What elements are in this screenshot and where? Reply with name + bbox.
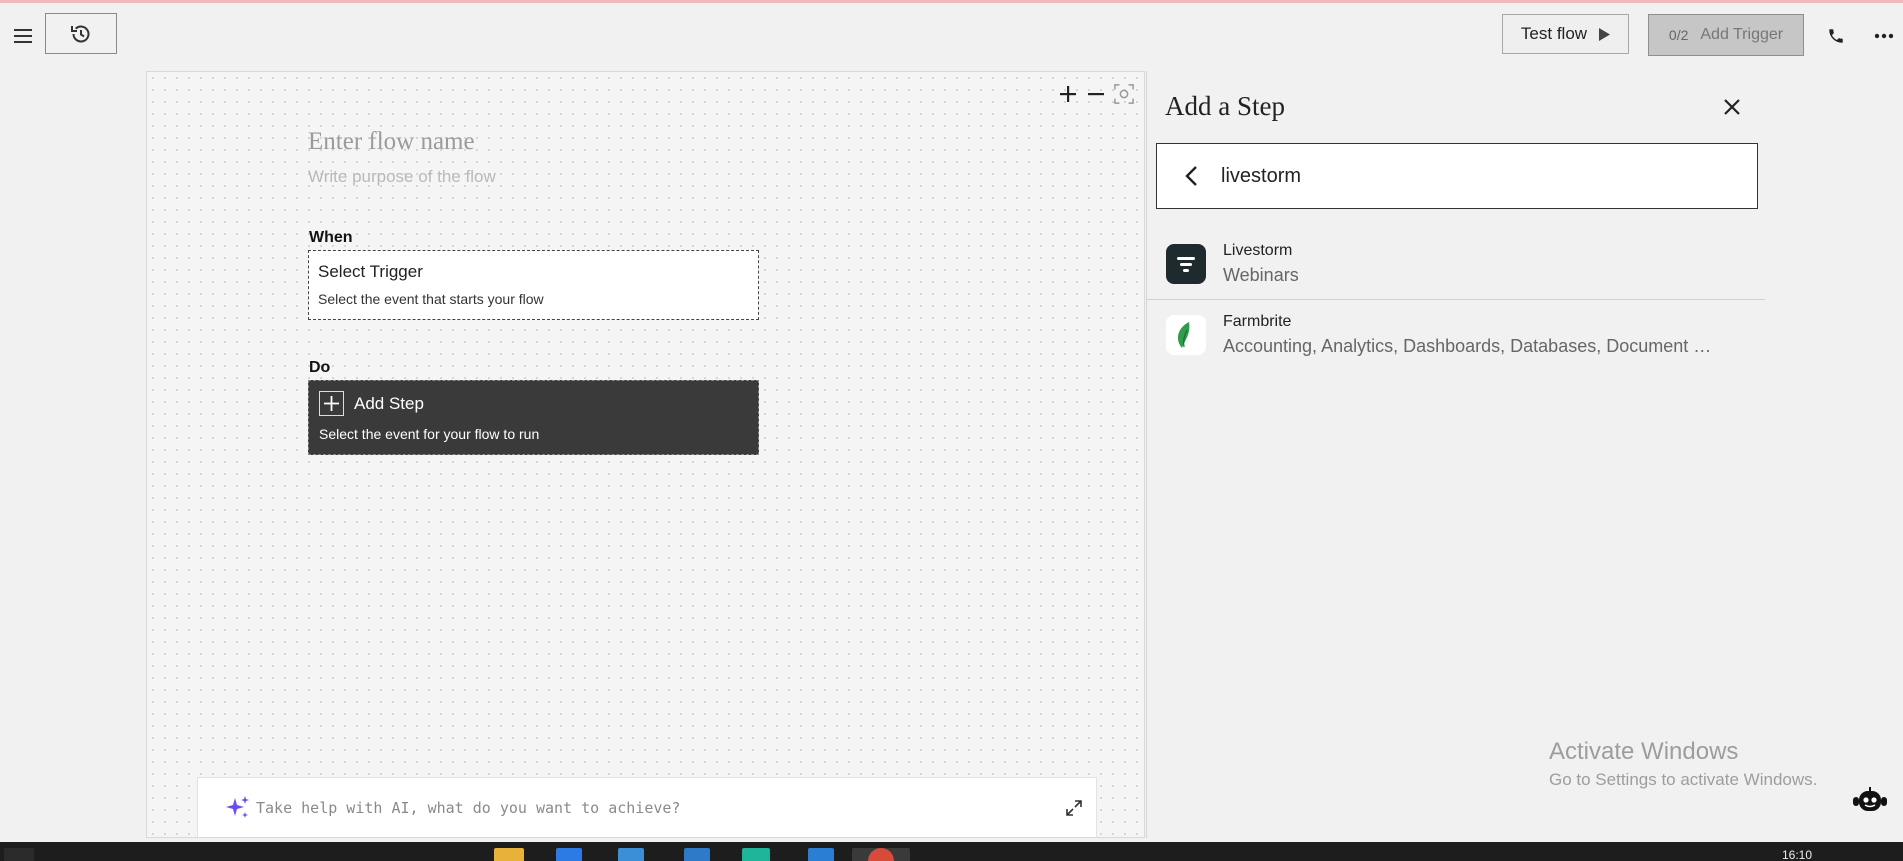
result-livestorm[interactable]: Livestorm Webinars <box>1147 229 1765 299</box>
search-results: Livestorm Webinars Farmbrite Accounting,… <box>1147 229 1765 369</box>
hamburger-icon <box>14 29 32 43</box>
result-categories: Accounting, Analytics, Dashboards, Datab… <box>1223 335 1723 356</box>
flow-purpose-input[interactable]: Write purpose of the flow <box>308 167 496 187</box>
test-flow-button[interactable]: Test flow <box>1502 14 1629 54</box>
phone-icon <box>1829 29 1843 43</box>
flow-name-input[interactable]: Enter flow name <box>308 128 475 156</box>
plus-icon <box>1060 86 1076 102</box>
result-farmbrite[interactable]: Farmbrite Accounting, Analytics, Dashboa… <box>1147 299 1765 369</box>
add-step-card[interactable]: Add Step Select the event for your flow … <box>308 380 759 455</box>
trigger-title: Select Trigger <box>318 262 423 281</box>
history-icon <box>71 25 90 42</box>
back-button[interactable] <box>1177 162 1205 190</box>
watermark-subtitle: Go to Settings to activate Windows. <box>1549 770 1818 789</box>
close-panel-button[interactable] <box>1720 95 1744 119</box>
taskbar-app-icon[interactable] <box>556 848 582 861</box>
trigger-count: 0/2 <box>1668 27 1689 43</box>
search-box <box>1156 143 1758 209</box>
trigger-subtitle: Select the event that starts your flow <box>318 291 544 307</box>
add-step-panel: Add a Step Livestorm Webinars <box>1146 71 1765 838</box>
taskbar-app-icon[interactable] <box>808 848 834 861</box>
ai-assist-bar <box>197 777 1097 837</box>
add-step-plus-icon <box>319 391 344 416</box>
test-flow-label: Test flow <box>1520 24 1588 43</box>
watermark-title: Activate Windows <box>1549 738 1739 765</box>
minus-icon <box>1088 93 1104 96</box>
taskbar-app-icon[interactable] <box>494 848 524 861</box>
search-input[interactable] <box>1221 156 1741 196</box>
bot-icon <box>1853 787 1887 811</box>
fit-screen-icon <box>1114 84 1134 104</box>
more-options-button[interactable] <box>1870 24 1898 48</box>
result-name: Livestorm <box>1223 242 1293 259</box>
menu-button[interactable] <box>10 23 36 49</box>
play-icon <box>1599 27 1611 41</box>
farmbrite-leaf-icon <box>1166 314 1206 355</box>
expand-icon <box>1066 800 1082 816</box>
result-name: Farmbrite <box>1223 312 1292 330</box>
zoom-out-button[interactable] <box>1086 83 1106 105</box>
chevron-left-icon <box>1185 166 1197 186</box>
flow-canvas[interactable]: Enter flow name Write purpose of the flo… <box>146 71 1145 838</box>
livestorm-logo-icon <box>1166 244 1206 284</box>
close-icon <box>1724 99 1740 115</box>
ai-prompt-input[interactable] <box>256 792 1016 823</box>
top-toolbar: Test flow 0/2 Add Trigger <box>0 3 1903 67</box>
sparkle-icon <box>224 794 252 822</box>
add-step-title: Add Step <box>354 393 424 413</box>
select-trigger-card[interactable]: Select Trigger Select the event that sta… <box>308 250 759 320</box>
history-button[interactable] <box>45 13 117 54</box>
expand-button[interactable] <box>1064 798 1084 818</box>
result-categories: Webinars <box>1223 265 1299 285</box>
add-trigger-label: Add Trigger <box>1700 26 1784 43</box>
add-step-subtitle: Select the event for your flow to run <box>319 426 540 442</box>
zoom-in-button[interactable] <box>1058 83 1078 105</box>
taskbar-app-icon[interactable] <box>742 848 770 861</box>
activate-windows-watermark: Activate Windows Go to Settings to activ… <box>1549 738 1817 790</box>
when-label: When <box>309 229 353 246</box>
phone-button[interactable] <box>1824 24 1848 48</box>
taskbar-app-icon[interactable] <box>684 848 710 861</box>
do-label: Do <box>309 359 331 376</box>
windows-taskbar: 16:10 <box>0 842 1903 861</box>
taskbar-clock: 16:10 <box>1782 848 1813 861</box>
more-horizontal-icon <box>1874 33 1894 39</box>
start-icon[interactable] <box>4 848 34 861</box>
panel-title: Add a Step <box>1165 91 1285 121</box>
chatbot-button[interactable] <box>1851 785 1889 817</box>
add-trigger-button[interactable]: 0/2 Add Trigger <box>1648 14 1804 56</box>
taskbar-app-icon[interactable] <box>618 848 644 861</box>
fit-screen-button[interactable] <box>1114 83 1134 105</box>
zoom-controls <box>1058 83 1134 105</box>
